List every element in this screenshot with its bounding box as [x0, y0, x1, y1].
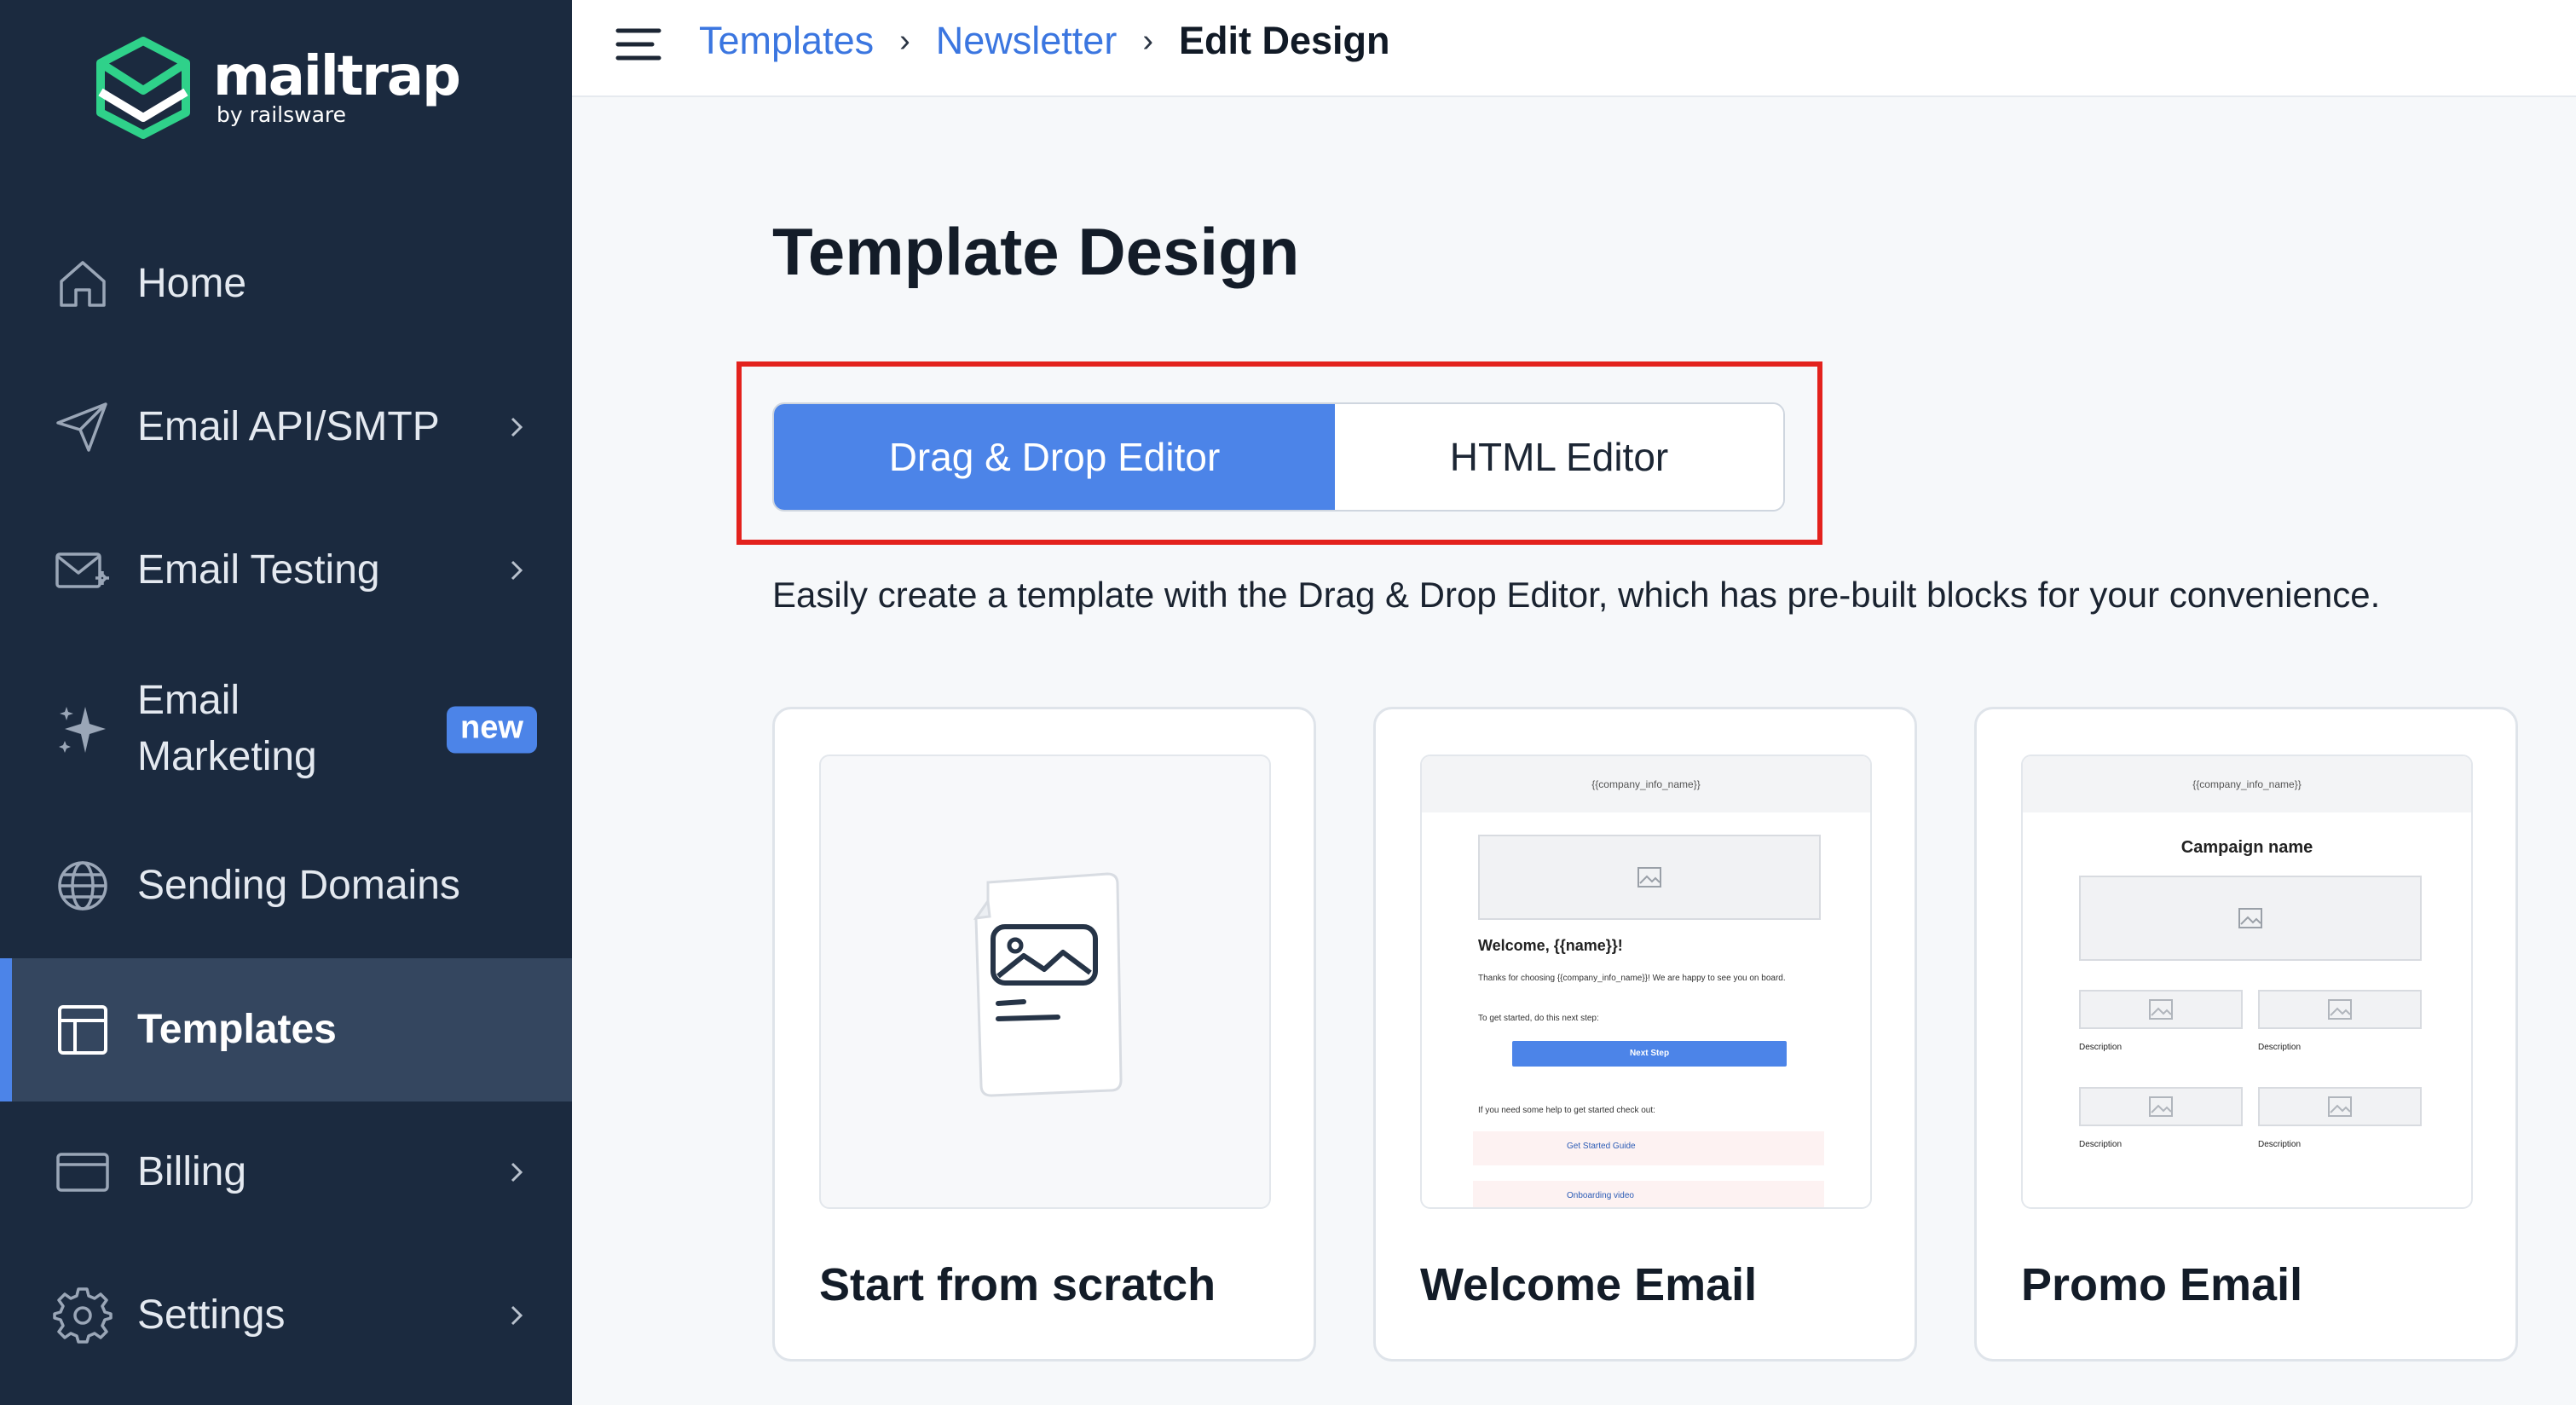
- preview-help-text: If you need some help to get started che…: [1478, 1106, 1655, 1115]
- preview-link-row: Onboarding video: [1473, 1181, 1824, 1207]
- sidebar-item-billing[interactable]: Billing: [0, 1101, 572, 1244]
- editor-toggle: Drag & Drop Editor HTML Editor: [772, 402, 1785, 512]
- image-placeholder: [1478, 835, 1821, 920]
- sparkle-icon: [53, 700, 113, 760]
- sidebar-item-label: Templates: [137, 1007, 337, 1052]
- mailtrap-logo-icon: [96, 37, 190, 139]
- image-icon: [2149, 1096, 2173, 1117]
- image-placeholder: [2258, 1087, 2422, 1126]
- sidebar-item-label: Email API/SMTP: [137, 404, 440, 449]
- sidebar-item-label: Billing: [137, 1149, 247, 1194]
- preview-item-label: Description: [2079, 1140, 2123, 1149]
- drag-drop-editor-button[interactable]: Drag & Drop Editor: [774, 404, 1335, 510]
- image-icon: [2328, 999, 2352, 1020]
- sidebar-item-label: Home: [137, 261, 247, 306]
- sidebar: mailtrap by railsware Home Email API/SMT…: [0, 0, 572, 1405]
- sidebar-item-email-testing[interactable]: Email Testing: [0, 499, 572, 642]
- home-icon: [53, 254, 113, 314]
- top-bar: Templates › Newsletter › Edit Design: [572, 0, 2576, 97]
- preview-heading: Welcome, {{name}}!: [1478, 937, 1623, 954]
- html-editor-button[interactable]: HTML Editor: [1335, 404, 1783, 510]
- breadcrumb-newsletter-link[interactable]: Newsletter: [936, 15, 1118, 66]
- template-card-welcome[interactable]: {{company_info_name}} Welcome, {{name}}!…: [1373, 707, 1917, 1362]
- breadcrumb-separator: ›: [1142, 23, 1153, 59]
- image-icon: [2238, 908, 2262, 928]
- preview-header: {{company_info_name}}: [1422, 756, 1870, 812]
- page-title: Template Design: [772, 214, 1300, 289]
- sidebar-item-settings[interactable]: Settings: [0, 1244, 572, 1387]
- preview-next-step-button: Next Step: [1512, 1041, 1787, 1067]
- hamburger-menu-icon[interactable]: [613, 19, 664, 70]
- editor-description: Easily create a template with the Drag &…: [772, 575, 2381, 615]
- preview-link: Onboarding video: [1567, 1191, 1634, 1200]
- image-icon: [2149, 999, 2173, 1020]
- preview-item-label: Description: [2258, 1140, 2302, 1149]
- template-card-promo[interactable]: {{company_info_name}} Campaign name Desc…: [1974, 707, 2518, 1362]
- image-placeholder: [2258, 990, 2422, 1029]
- credit-card-icon: [53, 1142, 113, 1202]
- chevron-right-icon: [501, 1157, 532, 1188]
- sidebar-item-label: Email Testing: [137, 547, 380, 593]
- sidebar-item-templates[interactable]: Templates: [0, 958, 572, 1101]
- chevron-right-icon: [501, 1300, 532, 1331]
- sidebar-item-label: Sending Domains: [137, 863, 460, 908]
- sidebar-item-label: Settings: [137, 1292, 286, 1338]
- template-icon: [53, 1000, 113, 1060]
- card-preview: {{company_info_name}} Campaign name Desc…: [2021, 755, 2473, 1209]
- brand-name: mailtrap: [213, 45, 461, 108]
- template-card-scratch[interactable]: Start from scratch: [772, 707, 1316, 1362]
- card-preview: {{company_info_name}} Welcome, {{name}}!…: [1420, 755, 1872, 1209]
- blank-document-icon: [973, 872, 1123, 1097]
- new-badge: new: [447, 706, 537, 754]
- sidebar-item-home[interactable]: Home: [0, 212, 572, 356]
- preview-step-text: To get started, do this next step:: [1478, 1014, 1599, 1023]
- image-icon: [2328, 1096, 2352, 1117]
- preview-item-label: Description: [2258, 1043, 2302, 1052]
- promo-email-preview: {{company_info_name}} Campaign name Desc…: [2023, 756, 2471, 1207]
- envelope-test-icon: [53, 541, 113, 600]
- breadcrumb-current: Edit Design: [1178, 19, 1390, 62]
- sidebar-item-label-line2: Marketing: [137, 734, 317, 779]
- image-placeholder: [2079, 1087, 2243, 1126]
- breadcrumb: Templates › Newsletter › Edit Design: [699, 15, 1390, 66]
- card-title: Welcome Email: [1420, 1259, 1758, 1310]
- image-placeholder: [2079, 990, 2243, 1029]
- preview-body: Thanks for choosing {{company_info_name}…: [1478, 974, 1786, 983]
- preview-link-row: Get Started Guide: [1473, 1131, 1824, 1165]
- globe-icon: [53, 856, 113, 916]
- card-title: Promo Email: [2021, 1259, 2303, 1310]
- welcome-email-preview: {{company_info_name}} Welcome, {{name}}!…: [1422, 756, 1870, 1207]
- sidebar-item-email-marketing[interactable]: Email Marketing new: [0, 656, 572, 803]
- preview-heading: Campaign name: [2180, 838, 2313, 857]
- image-placeholder: [2079, 876, 2422, 961]
- preview-link: Get Started Guide: [1567, 1142, 1636, 1151]
- chevron-right-icon: [501, 555, 532, 586]
- preview-header: {{company_info_name}}: [2023, 756, 2471, 812]
- card-title: Start from scratch: [819, 1259, 1216, 1310]
- mailtrap-logo[interactable]: mailtrap by railsware: [94, 36, 461, 140]
- send-icon: [53, 397, 113, 457]
- chevron-right-icon: [501, 412, 532, 442]
- card-preview: [819, 755, 1271, 1209]
- sidebar-item-label-line1: Email: [137, 678, 240, 723]
- preview-item-label: Description: [2079, 1043, 2123, 1052]
- image-icon: [1637, 867, 1661, 888]
- breadcrumb-templates-link[interactable]: Templates: [699, 15, 874, 66]
- sidebar-item-sending-domains[interactable]: Sending Domains: [0, 814, 572, 957]
- breadcrumb-separator: ›: [899, 23, 910, 59]
- gear-icon: [53, 1286, 113, 1345]
- sidebar-item-email-api-smtp[interactable]: Email API/SMTP: [0, 356, 572, 499]
